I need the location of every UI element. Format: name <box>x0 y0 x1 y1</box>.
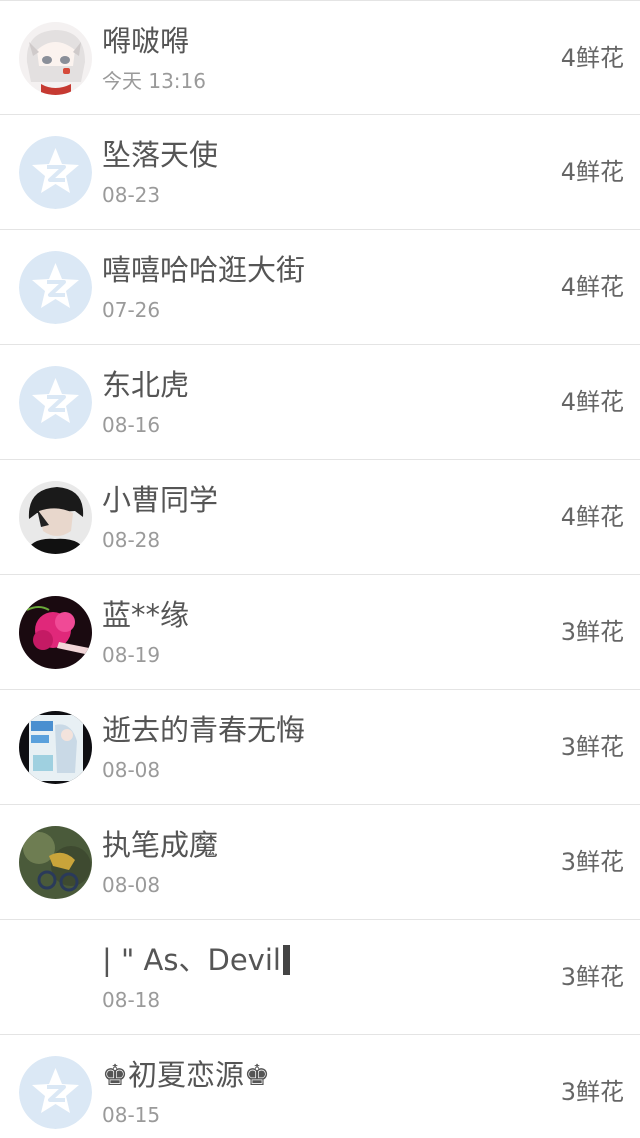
list-item[interactable]: 小曹同学 08-28 4鲜花 <box>0 460 640 575</box>
list-item[interactable]: 蓝**缘 08-19 3鲜花 <box>0 575 640 690</box>
boy-photo-icon <box>19 481 92 554</box>
timestamp: 今天 13:16 <box>102 69 206 93</box>
avatar[interactable] <box>19 711 92 784</box>
user-name[interactable]: 嘚啵嘚 <box>102 23 189 59</box>
flower-count: 3鲜花 <box>560 733 624 761</box>
avatar[interactable] <box>19 251 92 324</box>
user-name[interactable]: | " As、Devil <box>102 942 290 978</box>
list-item[interactable]: 东北虎 08-16 4鲜花 <box>0 345 640 460</box>
user-name[interactable]: 嘻嘻哈哈逛大街 <box>102 252 305 288</box>
user-name[interactable]: 蓝**缘 <box>102 597 189 633</box>
timestamp: 08-23 <box>102 183 161 207</box>
qzone-star-icon <box>19 366 92 439</box>
list-item[interactable]: 嘻嘻哈哈逛大街 07-26 4鲜花 <box>0 230 640 345</box>
list-item[interactable]: 嘚啵嘚 今天 13:16 4鲜花 <box>0 0 640 115</box>
timestamp: 08-18 <box>102 988 161 1012</box>
user-name[interactable]: 逝去的青春无悔 <box>102 712 305 748</box>
flower-count: 3鲜花 <box>560 848 624 876</box>
user-name[interactable]: 小曹同学 <box>102 482 218 518</box>
user-name[interactable]: ♚初夏恋源♚ <box>102 1057 270 1093</box>
flower-count: 3鲜花 <box>560 1078 624 1106</box>
timestamp: 08-15 <box>102 1103 161 1127</box>
timestamp: 08-08 <box>102 758 161 782</box>
flower-photo-icon <box>19 596 92 669</box>
flower-count: 4鲜花 <box>560 503 624 531</box>
flower-count: 4鲜花 <box>560 44 624 72</box>
list-item[interactable]: 坠落天使 08-23 4鲜花 <box>0 115 640 230</box>
list-item[interactable]: 逝去的青春无悔 08-08 3鲜花 <box>0 690 640 805</box>
list-item[interactable]: | " As、Devil 08-18 3鲜花 <box>0 920 640 1035</box>
timestamp: 08-19 <box>102 643 161 667</box>
avatar[interactable] <box>19 366 92 439</box>
list-item[interactable]: ♚初夏恋源♚ 08-15 3鲜花 <box>0 1035 640 1138</box>
anime-poster-icon <box>19 711 92 784</box>
avatar[interactable] <box>19 826 92 899</box>
anime-avatar-icon <box>19 22 92 95</box>
timestamp: 08-16 <box>102 413 161 437</box>
user-name-text: | " As、Devil <box>102 943 281 977</box>
user-name[interactable]: 东北虎 <box>102 367 189 403</box>
flower-count: 4鲜花 <box>560 388 624 416</box>
flower-count: 3鲜花 <box>560 618 624 646</box>
avatar[interactable] <box>19 136 92 209</box>
user-name[interactable]: 坠落天使 <box>102 137 218 173</box>
timestamp: 08-08 <box>102 873 161 897</box>
flower-count: 4鲜花 <box>560 158 624 186</box>
qzone-star-icon <box>19 251 92 324</box>
flower-count: 4鲜花 <box>560 273 624 301</box>
avatar[interactable] <box>19 1056 92 1129</box>
flower-count: 3鲜花 <box>560 963 624 991</box>
text-bar-glyph <box>282 945 290 975</box>
qzone-star-icon <box>19 1056 92 1129</box>
avatar[interactable] <box>19 596 92 669</box>
flower-ranking-list: 嘚啵嘚 今天 13:16 4鲜花 坠落天使 08-23 4鲜花 嘻嘻哈哈逛大街 … <box>0 0 640 1138</box>
qzone-star-icon <box>19 136 92 209</box>
timestamp: 08-28 <box>102 528 161 552</box>
avatar[interactable] <box>19 22 92 95</box>
user-name[interactable]: 执笔成魔 <box>102 827 218 863</box>
timestamp: 07-26 <box>102 298 161 322</box>
scene-photo-icon <box>19 826 92 899</box>
list-item[interactable]: 执笔成魔 08-08 3鲜花 <box>0 805 640 920</box>
avatar[interactable] <box>19 481 92 554</box>
